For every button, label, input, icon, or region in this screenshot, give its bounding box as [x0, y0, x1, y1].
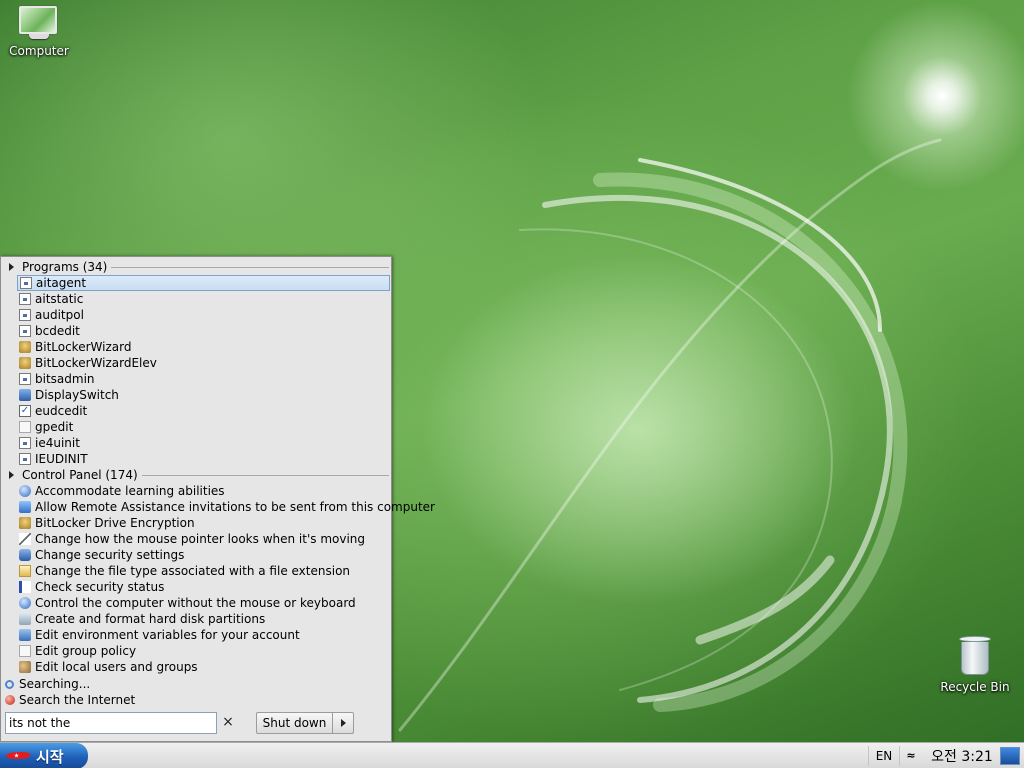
recycle-bin-icon	[959, 636, 991, 676]
language-indicator[interactable]: EN	[868, 746, 900, 766]
programs-group-label: Programs (34)	[22, 260, 108, 274]
start-logo-icon	[6, 749, 32, 763]
control-panel-item[interactable]: BitLocker Drive Encryption	[17, 515, 390, 531]
control-panel-item[interactable]: Change security settings	[17, 547, 390, 563]
control-panel-item[interactable]: Edit environment variables for your acco…	[17, 627, 390, 643]
ease-of-access-icon	[19, 597, 31, 609]
shutdown-control: Shut down	[256, 712, 354, 734]
taskbar: 시작 EN ≈ 오전 3:21	[0, 742, 1024, 768]
shutdown-button[interactable]: Shut down	[257, 713, 333, 733]
program-item-displayswitch[interactable]: DisplaySwitch	[17, 387, 390, 403]
search-internet-label: Search the Internet	[19, 693, 136, 707]
program-item-bitlockerwizard[interactable]: BitLockerWizard	[17, 339, 390, 355]
start-button[interactable]: 시작	[0, 743, 88, 768]
document-icon	[19, 421, 31, 433]
search-internet-link[interactable]: Search the Internet	[5, 692, 135, 708]
environment-icon	[19, 629, 31, 641]
program-item-bcdedit[interactable]: bcdedit	[17, 323, 390, 339]
exe-icon	[19, 309, 31, 321]
eudc-icon: ✓	[19, 405, 31, 417]
flag-icon	[19, 581, 31, 593]
desktop-icon-label: Computer	[9, 44, 69, 58]
computer-icon	[19, 6, 59, 40]
system-tray: EN ≈ 오전 3:21	[868, 743, 1024, 768]
control-panel-item[interactable]: Create and format hard disk partitions	[17, 611, 390, 627]
desktop-icon-recycle-bin[interactable]: Recycle Bin	[936, 636, 1014, 694]
show-hidden-icons-icon[interactable]: ≈	[900, 746, 922, 766]
search-input[interactable]	[5, 712, 217, 734]
searching-status: Searching...	[5, 676, 90, 692]
control-panel-item[interactable]: Accommodate learning abilities	[17, 483, 390, 499]
program-item-aitstatic[interactable]: aitstatic	[17, 291, 390, 307]
start-label: 시작	[36, 747, 64, 766]
exe-icon	[19, 325, 31, 337]
ease-of-access-icon	[19, 485, 31, 497]
control-panel-group-header[interactable]: Control Panel (174)	[7, 467, 389, 483]
control-panel-results: Accommodate learning abilities Allow Rem…	[17, 483, 435, 675]
bitlocker-icon	[19, 341, 31, 353]
divider	[111, 266, 389, 268]
program-item-auditpol[interactable]: auditpol	[17, 307, 390, 323]
bitlocker-icon	[19, 357, 31, 369]
program-item-gpedit[interactable]: gpedit	[17, 419, 390, 435]
control-panel-item[interactable]: Allow Remote Assistance invitations to b…	[17, 499, 435, 515]
expand-arrow-icon	[9, 263, 14, 271]
programs-group-header[interactable]: Programs (34)	[7, 259, 389, 275]
control-panel-item[interactable]: Change how the mouse pointer looks when …	[17, 531, 390, 547]
clock[interactable]: 오전 3:21	[926, 746, 998, 766]
control-panel-item[interactable]: Edit local users and groups	[17, 659, 390, 675]
control-panel-item[interactable]: Check security status	[17, 579, 390, 595]
exe-icon	[19, 373, 31, 385]
desktop-icon-label: Recycle Bin	[940, 680, 1010, 694]
exe-icon	[19, 453, 31, 465]
program-item-ieudinit[interactable]: IEUDINIT	[17, 451, 390, 467]
control-panel-item[interactable]: Change the file type associated with a f…	[17, 563, 390, 579]
divider	[141, 474, 389, 476]
program-item-ie4uinit[interactable]: ie4uinit	[17, 435, 390, 451]
users-icon	[19, 661, 31, 673]
display-icon	[19, 389, 31, 401]
program-item-bitsadmin[interactable]: bitsadmin	[17, 371, 390, 387]
show-desktop-icon[interactable]	[1000, 747, 1020, 765]
exe-icon	[20, 277, 32, 289]
control-panel-group-label: Control Panel (174)	[22, 468, 138, 482]
exe-icon	[19, 437, 31, 449]
control-panel-item[interactable]: Control the computer without the mouse o…	[17, 595, 390, 611]
desktop-icon-computer[interactable]: Computer	[0, 6, 78, 58]
disk-icon	[19, 613, 31, 625]
program-item-aitagent[interactable]: aitagent	[17, 275, 390, 291]
file-type-icon	[19, 565, 31, 577]
bitlocker-icon	[19, 517, 31, 529]
remote-assistance-icon	[19, 501, 31, 513]
shutdown-options-arrow-icon[interactable]	[333, 713, 353, 733]
internet-icon	[5, 695, 15, 705]
searching-label: Searching...	[19, 677, 91, 691]
expand-arrow-icon	[9, 471, 14, 479]
programs-results: aitagent aitstatic auditpol bcdedit BitL…	[17, 275, 390, 467]
program-item-bitlockerwizardelev[interactable]: BitLockerWizardElev	[17, 355, 390, 371]
document-icon	[19, 645, 31, 657]
program-item-eudcedit[interactable]: ✓ eudcedit	[17, 403, 390, 419]
exe-icon	[19, 293, 31, 305]
security-icon	[19, 549, 31, 561]
search-icon	[5, 679, 14, 689]
clear-search-icon[interactable]: ×	[220, 715, 236, 731]
control-panel-item[interactable]: Edit group policy	[17, 643, 390, 659]
start-menu: Programs (34) aitagent aitstatic auditpo…	[0, 256, 435, 742]
mouse-icon	[19, 533, 31, 545]
